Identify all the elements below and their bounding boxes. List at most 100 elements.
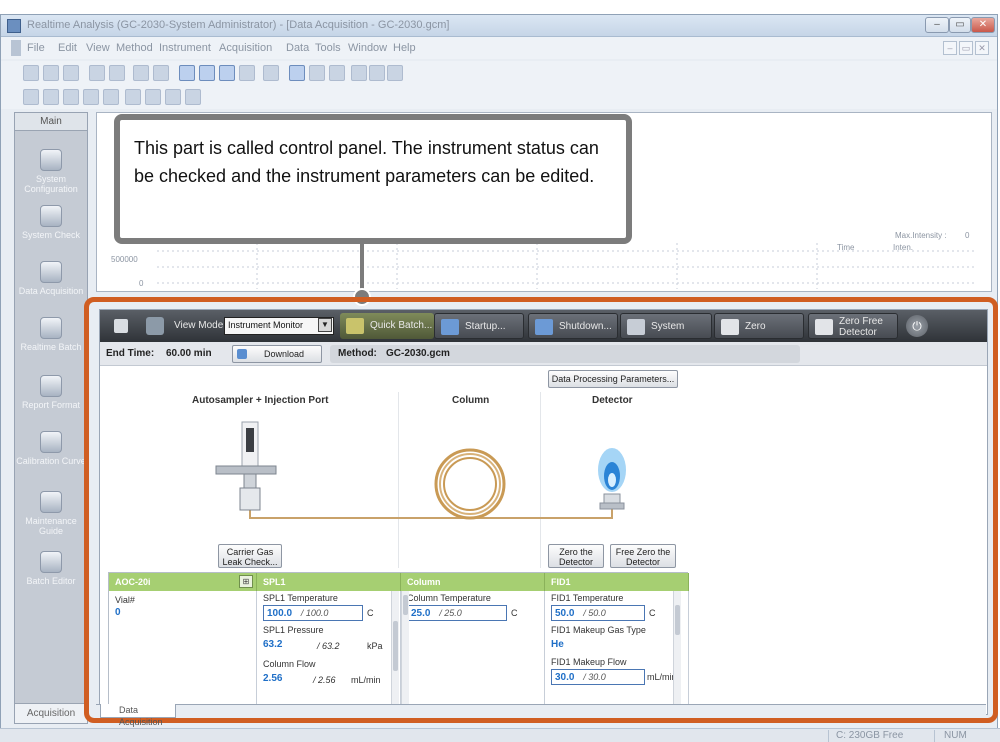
save-icon[interactable] <box>63 65 79 81</box>
spl1-temperature-field[interactable]: 100.0 / 100.0 <box>263 605 363 621</box>
menu-view[interactable]: View <box>86 42 110 54</box>
open-icon[interactable] <box>43 65 59 81</box>
menu-method[interactable]: Method <box>116 42 153 54</box>
sidebar-item-maintenance-guide[interactable]: Maintenance Guide <box>15 491 87 536</box>
download-button[interactable]: Download <box>232 345 322 363</box>
toolbar2-g-icon[interactable] <box>165 89 181 105</box>
minimize-button[interactable]: – <box>925 17 949 33</box>
layout-3-icon[interactable] <box>219 65 235 81</box>
toolbar2-h-icon[interactable] <box>185 89 201 105</box>
standard-toolbar <box>1 61 997 85</box>
flow-graphics <box>215 421 626 520</box>
y-tick-label: 0 <box>139 279 144 288</box>
zero-free-detector-button[interactable]: Zero Free Detector <box>808 313 898 339</box>
panel-layout-icon[interactable] <box>114 319 128 333</box>
toolbar2-c-icon[interactable] <box>63 89 79 105</box>
paste-icon[interactable] <box>153 65 169 81</box>
monitor-view-icon[interactable] <box>146 317 164 335</box>
sidebar-item-realtime-batch[interactable]: Realtime Batch <box>15 317 87 352</box>
secondary-toolbar <box>1 85 997 109</box>
tool-a-icon[interactable] <box>351 65 367 81</box>
menu-data[interactable]: Data <box>286 42 309 54</box>
mdi-restore-button[interactable]: ▭ <box>959 41 973 55</box>
fid1-temperature-field[interactable]: 50.0 / 50.0 <box>551 605 645 621</box>
menu-bar: File Edit View Method Instrument Acquisi… <box>1 37 997 59</box>
startup-button[interactable]: Startup... <box>434 313 524 339</box>
layout-1-icon[interactable] <box>179 65 195 81</box>
toolbar2-b-icon[interactable] <box>43 89 59 105</box>
quick-batch-button[interactable]: Quick Batch... <box>340 313 434 339</box>
grid-icon[interactable]: ⊞ <box>239 575 253 588</box>
column-coil-icon[interactable] <box>434 448 506 520</box>
new-icon[interactable] <box>23 65 39 81</box>
sidebar-item-label: Realtime Batch <box>20 342 82 352</box>
power-icon[interactable]: ⏻ <box>906 315 928 337</box>
sidebar-item-label: Batch Editor <box>26 576 76 586</box>
toolbar2-d-icon[interactable] <box>83 89 99 105</box>
print-icon[interactable] <box>89 65 105 81</box>
carrier-gas-leak-check-button[interactable]: Carrier Gas Leak Check... <box>218 544 282 568</box>
mdi-minimize-button[interactable]: – <box>943 41 957 55</box>
end-time-label: End Time: <box>106 348 155 359</box>
window-b-icon[interactable] <box>329 65 345 81</box>
layout-4-icon[interactable] <box>239 65 255 81</box>
spl1-pressure-value: 63.2 <box>263 639 283 650</box>
close-button[interactable]: ✕ <box>971 17 995 33</box>
shutdown-button[interactable]: Shutdown... <box>528 313 618 339</box>
title-bar: Realtime Analysis (GC-2030-System Admini… <box>1 15 997 37</box>
sidebar-item-calibration-curve[interactable]: Calibration Curve <box>15 431 87 466</box>
column-scrollbar[interactable] <box>401 591 409 707</box>
fid1-makeup-flow-setpoint: / 30.0 <box>583 672 606 682</box>
help-icon[interactable] <box>263 65 279 81</box>
print-preview-icon[interactable] <box>109 65 125 81</box>
autosampler-icon[interactable] <box>215 421 277 511</box>
aoc-table-body: Vial# 0 <box>109 591 257 707</box>
zero-the-detector-button[interactable]: Zero the Detector <box>548 544 604 568</box>
fid1-scrollbar[interactable] <box>673 591 681 707</box>
menu-edit[interactable]: Edit <box>58 42 77 54</box>
menu-tools[interactable]: Tools <box>315 42 341 54</box>
assistant-bar-footer[interactable]: Acquisition <box>15 703 87 723</box>
assistant-bar: Main System Configuration System Check D… <box>14 112 88 724</box>
free-zero-the-detector-button[interactable]: Free Zero the Detector <box>610 544 676 568</box>
sidebar-item-system-check[interactable]: System Check <box>15 205 87 240</box>
spl1-scrollbar[interactable] <box>391 591 399 707</box>
tool-b-icon[interactable] <box>369 65 385 81</box>
chevron-down-icon[interactable]: ▼ <box>318 318 332 332</box>
fid1-makeup-flow-field[interactable]: 30.0 / 30.0 <box>551 669 645 685</box>
toolbar2-e-icon[interactable] <box>125 89 141 105</box>
sidebar-item-batch-editor[interactable]: Batch Editor <box>15 551 87 586</box>
menu-instrument[interactable]: Instrument <box>159 42 211 54</box>
callout-box: This part is called control panel. The i… <box>114 114 632 244</box>
maximize-button[interactable]: ▭ <box>949 17 971 33</box>
toolbar2-a-icon[interactable] <box>23 89 39 105</box>
spl1-pressure-setpoint: / 63.2 <box>317 641 340 651</box>
scroll-thumb[interactable] <box>675 605 680 635</box>
sidebar-item-data-acquisition[interactable]: Data Acquisition <box>15 261 87 296</box>
menu-help[interactable]: Help <box>393 42 416 54</box>
window-a-icon[interactable] <box>309 65 325 81</box>
menu-window[interactable]: Window <box>348 42 387 54</box>
menu-acquisition[interactable]: Acquisition <box>219 42 272 54</box>
sidebar-item-label: Calibration Curve <box>16 456 86 466</box>
fid1-makeup-gas-value: He <box>551 639 564 650</box>
system-check-button[interactable]: System Check <box>620 313 712 358</box>
spl1-temperature-unit: C <box>367 608 374 618</box>
tool-c-icon[interactable] <box>387 65 403 81</box>
detector-flame-icon[interactable] <box>598 448 626 510</box>
copy-icon[interactable] <box>133 65 149 81</box>
toolbar2-f-icon[interactable] <box>145 89 161 105</box>
monitor-icon[interactable] <box>289 65 305 81</box>
layout-2-icon[interactable] <box>199 65 215 81</box>
menu-file[interactable]: File <box>27 42 45 54</box>
method-value: GC-2030.gcm <box>386 348 450 359</box>
zero-detector-button[interactable]: Zero Detector <box>714 313 804 358</box>
toolbar2-help-icon[interactable] <box>103 89 119 105</box>
sidebar-item-report-format[interactable]: Report Format <box>15 375 87 410</box>
scroll-thumb[interactable] <box>403 595 408 615</box>
column-temperature-field[interactable]: 25.0 / 25.0 <box>407 605 507 621</box>
tab-data-acquisition[interactable]: Data Acquisition <box>100 704 176 727</box>
scroll-thumb[interactable] <box>393 621 398 671</box>
mdi-close-button[interactable]: ✕ <box>975 41 989 55</box>
sidebar-item-system-configuration[interactable]: System Configuration <box>15 149 87 194</box>
